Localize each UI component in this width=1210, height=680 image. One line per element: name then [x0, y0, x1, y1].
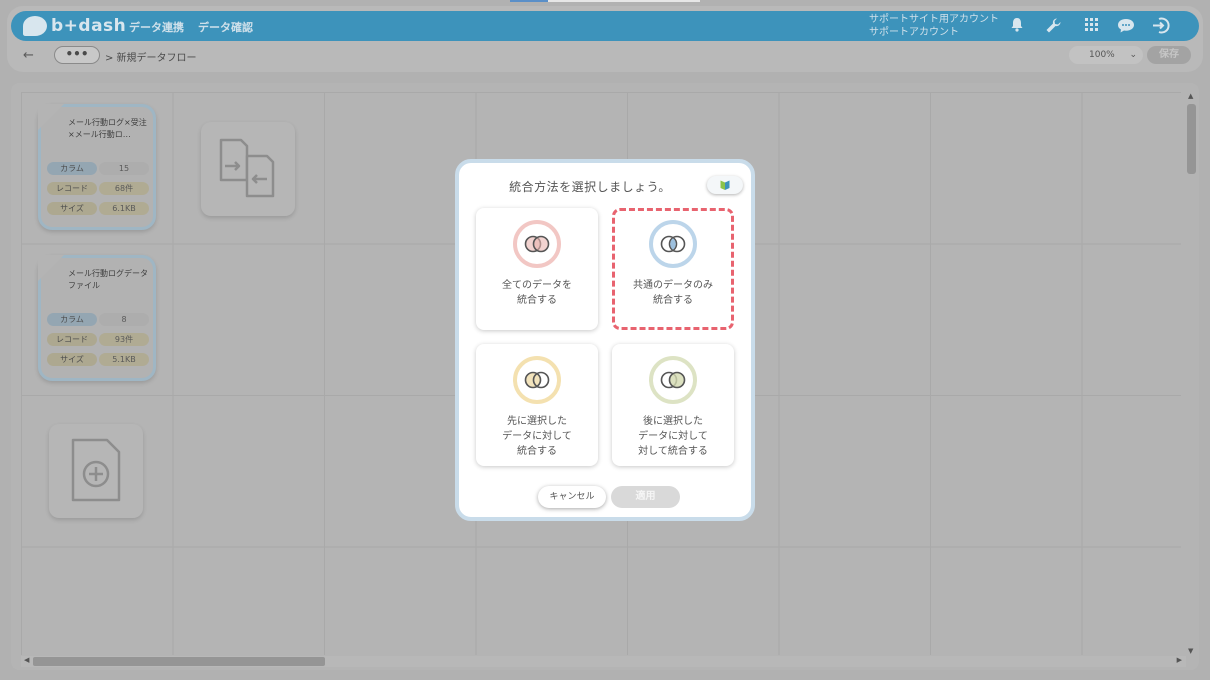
vertical-scrollbar[interactable]: ▲ ▼	[1186, 92, 1197, 655]
node-row-size: サイズ 6.1KB	[47, 202, 149, 215]
option-label-line: 対して統合する	[638, 446, 708, 457]
node-row-size: サイズ 5.1KB	[47, 353, 149, 366]
row-value: 93件	[99, 333, 149, 346]
logo-bubble-icon	[23, 16, 47, 36]
zoom-select[interactable]: 100% ⌄	[1069, 46, 1143, 64]
wrench-icon[interactable]	[1044, 17, 1062, 35]
row-key: レコード	[47, 333, 97, 346]
more-options-button[interactable]: •••	[54, 46, 100, 64]
add-file-icon	[71, 438, 121, 502]
row-key: サイズ	[47, 353, 97, 366]
cancel-button[interactable]: キャンセル	[538, 486, 606, 508]
node-row-record: レコード 68件	[47, 182, 149, 195]
option-label: 全てのデータを 統合する	[476, 278, 598, 308]
bell-icon[interactable]	[1008, 17, 1026, 35]
sub-toolbar: ← ••• > 新規データフロー 100% ⌄ 保存	[11, 44, 1199, 68]
merge-node[interactable]	[201, 122, 295, 216]
option-merge-common[interactable]: 共通のデータのみ 統合する	[612, 208, 734, 330]
logo-text: b+dash	[51, 16, 127, 36]
breadcrumb: > 新規データフロー	[105, 53, 197, 64]
logo[interactable]: b+dash	[23, 16, 126, 36]
data-node-2[interactable]: メール行動ログデータファイル カラム 8 レコード 93件 サイズ 5.1KB	[38, 255, 156, 381]
beginner-mark-icon	[720, 180, 730, 190]
row-key: カラム	[47, 162, 97, 175]
row-value: 6.1KB	[99, 202, 149, 215]
option-label-line: 全てのデータを	[502, 280, 572, 291]
horizontal-scroll-thumb[interactable]	[33, 657, 325, 666]
active-tab-indicator	[510, 0, 548, 2]
row-value: 5.1KB	[99, 353, 149, 366]
nav-data-check[interactable]: データ確認	[198, 19, 253, 35]
account-info[interactable]: サポートサイト用アカウント サポートアカウント	[869, 13, 999, 39]
venn-icon	[524, 371, 550, 389]
node-row-column: カラム 8	[47, 313, 149, 326]
horizontal-scrollbar[interactable]: ◀ ▶	[21, 656, 1186, 667]
option-label: 共通のデータのみ 統合する	[615, 278, 731, 308]
row-key: レコード	[47, 182, 97, 195]
node-row-column: カラム 15	[47, 162, 149, 175]
merge-files-icon	[219, 138, 275, 198]
option-label-line: 統合する	[653, 295, 693, 306]
scroll-right-icon[interactable]: ▶	[1177, 656, 1182, 664]
app-header: b+dash データ連携 データ確認 サポートサイト用アカウント サポートアカウ…	[11, 11, 1199, 41]
row-value: 15	[99, 162, 149, 175]
account-line-name: サポートアカウント	[869, 27, 959, 38]
node-row-record: レコード 93件	[47, 333, 149, 346]
node-title: メール行動ログ×受注×メール行動ロ…	[68, 118, 147, 139]
logout-icon[interactable]	[1152, 17, 1170, 35]
row-key: サイズ	[47, 202, 97, 215]
option-merge-right[interactable]: 後に選択した データに対して 対して統合する	[612, 344, 734, 466]
account-line-site: サポートサイト用アカウント	[869, 14, 999, 25]
option-label-line: 共通のデータのみ	[633, 280, 713, 291]
venn-icon	[660, 371, 686, 389]
apply-button[interactable]: 適用	[611, 486, 680, 508]
venn-icon	[524, 235, 550, 253]
option-label-line: 後に選択した	[643, 416, 703, 427]
chat-icon[interactable]	[1116, 17, 1134, 35]
scroll-left-icon[interactable]: ◀	[24, 656, 29, 664]
option-label-line: 統合する	[517, 446, 557, 457]
back-arrow-icon[interactable]: ←	[23, 48, 34, 63]
save-button[interactable]: 保存	[1147, 46, 1191, 64]
add-data-node[interactable]	[49, 424, 143, 518]
row-key: カラム	[47, 313, 97, 326]
file-corner-icon	[38, 255, 64, 281]
help-button[interactable]	[707, 176, 743, 194]
scroll-down-icon[interactable]: ▼	[1188, 647, 1193, 655]
row-value: 8	[99, 313, 149, 326]
grid-menu-icon[interactable]	[1082, 17, 1100, 35]
option-label: 後に選択した データに対して 対して統合する	[612, 414, 734, 459]
option-label-line: 統合する	[517, 295, 557, 306]
option-label-line: データに対して	[502, 431, 572, 442]
option-merge-all[interactable]: 全てのデータを 統合する	[476, 208, 598, 330]
chevron-down-icon: ⌄	[1129, 50, 1137, 60]
option-label: 先に選択した データに対して 統合する	[476, 414, 598, 459]
tab-indicator-track	[548, 0, 700, 2]
option-merge-left[interactable]: 先に選択した データに対して 統合する	[476, 344, 598, 466]
row-value: 68件	[99, 182, 149, 195]
zoom-value: 100%	[1089, 50, 1115, 60]
node-title: メール行動ログデータファイル	[68, 269, 148, 290]
nav-data-integration[interactable]: データ連携	[129, 19, 184, 35]
file-corner-icon	[38, 104, 64, 130]
scroll-up-icon[interactable]: ▲	[1188, 92, 1193, 100]
option-label-line: 先に選択した	[507, 416, 567, 427]
option-label-line: データに対して	[638, 431, 708, 442]
vertical-scroll-thumb[interactable]	[1187, 104, 1196, 174]
data-node-1[interactable]: メール行動ログ×受注×メール行動ロ… カラム 15 レコード 68件 サイズ 6…	[38, 104, 156, 230]
venn-icon	[660, 235, 686, 253]
merge-method-dialog: 統合方法を選択しましょう。 全てのデータを 統合する 共通のデータのみ 統合する	[455, 159, 755, 521]
